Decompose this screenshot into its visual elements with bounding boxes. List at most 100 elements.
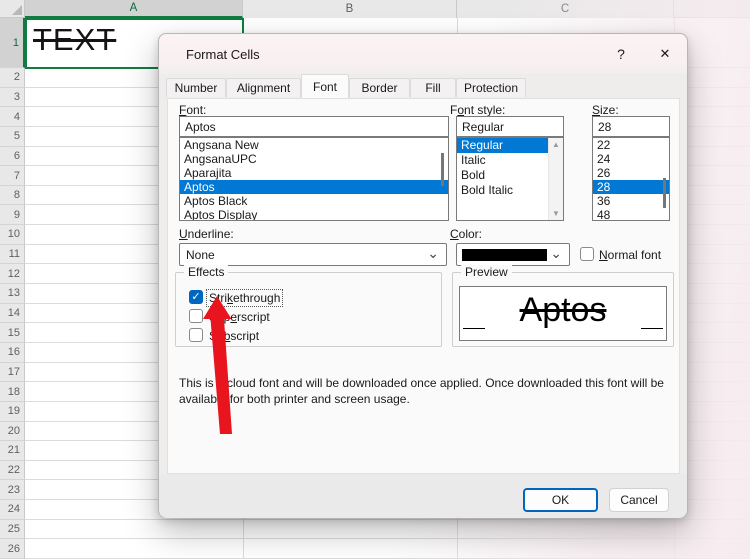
preview-box: Aptos — [459, 286, 667, 341]
tab-font[interactable]: Font — [301, 74, 349, 98]
color-swatch — [462, 249, 547, 261]
row-header-5[interactable]: 5 — [0, 127, 25, 147]
row-header-15[interactable]: 15 — [0, 323, 25, 343]
list-item-24[interactable]: 24 — [593, 152, 669, 166]
ok-button[interactable]: OK — [523, 488, 598, 512]
row-header-9[interactable]: 9 — [0, 205, 25, 225]
list-item-36[interactable]: 36 — [593, 194, 669, 208]
grid-row-26[interactable] — [25, 539, 750, 559]
list-item-28[interactable]: 28 — [593, 180, 669, 194]
grid-row-25[interactable] — [25, 520, 750, 540]
format-cells-dialog: Format Cells ? ✕ NumberAlignmentFontBord… — [158, 33, 688, 518]
color-label: Color: — [450, 227, 482, 241]
row-header-20[interactable]: 20 — [0, 422, 25, 442]
scroll-up-icon[interactable]: ▲ — [549, 140, 563, 149]
select-all-corner[interactable] — [0, 0, 25, 18]
row-header-24[interactable]: 24 — [0, 500, 25, 520]
font-style-list[interactable]: RegularItalicBoldBold Italic ▲ ▼ — [456, 137, 564, 221]
list-item-angsana-new[interactable]: Angsana New — [180, 138, 448, 152]
list-item-aparajita[interactable]: Aparajita — [180, 166, 448, 180]
size-input[interactable]: 28 — [592, 116, 670, 137]
row-header-3[interactable]: 3 — [0, 88, 25, 108]
row-header-4[interactable]: 4 — [0, 107, 25, 127]
baseline-tick — [641, 328, 663, 329]
dialog-footer: OK Cancel — [159, 474, 687, 518]
row-header-7[interactable]: 7 — [0, 166, 25, 186]
tab-strip: NumberAlignmentFontBorderFillProtection — [159, 74, 687, 98]
list-item-48[interactable]: 48 — [593, 208, 669, 221]
preview-group-title: Preview — [461, 265, 512, 279]
row-header-13[interactable]: 13 — [0, 284, 25, 304]
row-header-26[interactable]: 26 — [0, 539, 25, 559]
preview-group: Preview Aptos — [452, 272, 674, 347]
size-list[interactable]: 222426283648 — [592, 137, 670, 221]
chevron-down-icon: ⌄ — [550, 245, 562, 262]
column-header-a[interactable]: A — [25, 0, 243, 18]
effects-group-title: Effects — [184, 265, 228, 279]
font-style-scrollbar[interactable]: ▲ ▼ — [548, 138, 563, 220]
close-icon[interactable]: ✕ — [651, 41, 679, 67]
row-header-17[interactable]: 17 — [0, 363, 25, 383]
dialog-title: Format Cells — [159, 47, 260, 62]
row-header-2[interactable]: 2 — [0, 68, 25, 88]
superscript-label: Superscript — [209, 310, 270, 324]
select-all-triangle-icon — [12, 5, 22, 15]
list-item-aptos[interactable]: Aptos — [180, 180, 448, 194]
row-header-6[interactable]: 6 — [0, 147, 25, 167]
font-tab-page: Font: Aptos Angsana NewAngsanaUPCAparaji… — [167, 98, 680, 474]
strikethrough-label: Strikethrough — [207, 290, 282, 306]
underline-dropdown[interactable]: None ⌄ — [179, 243, 447, 266]
list-item-aptos-display[interactable]: Aptos Display — [180, 208, 448, 221]
font-style-label: Font style: — [450, 103, 505, 117]
font-style-input[interactable]: Regular — [456, 116, 564, 137]
row-header-11[interactable]: 11 — [0, 245, 25, 265]
row-header-21[interactable]: 21 — [0, 441, 25, 461]
list-item-angsanaupc[interactable]: AngsanaUPC — [180, 152, 448, 166]
list-item-26[interactable]: 26 — [593, 166, 669, 180]
tab-number[interactable]: Number — [166, 78, 226, 97]
tab-border[interactable]: Border — [349, 78, 410, 97]
size-label: Size: — [592, 103, 619, 117]
row-header-12[interactable]: 12 — [0, 264, 25, 284]
preview-text: Aptos — [460, 291, 666, 330]
excel-window: ABC 123456789101112131415161718192021222… — [0, 0, 750, 559]
scroll-down-icon[interactable]: ▼ — [549, 209, 563, 218]
row-header-10[interactable]: 10 — [0, 225, 25, 245]
row-header-25[interactable]: 25 — [0, 520, 25, 540]
font-name-input[interactable]: Aptos — [179, 116, 449, 137]
tab-alignment[interactable]: Alignment — [226, 78, 301, 97]
normal-font-label: Normal font — [599, 248, 661, 262]
superscript-checkbox[interactable] — [189, 309, 203, 323]
column-header-b[interactable]: B — [243, 0, 457, 18]
list-item-aptos-black[interactable]: Aptos Black — [180, 194, 448, 208]
font-label: Font: — [179, 103, 206, 117]
tab-protection[interactable]: Protection — [456, 78, 526, 97]
strikethrough-checkbox[interactable]: ✓ — [189, 290, 203, 304]
row-header-23[interactable]: 23 — [0, 480, 25, 500]
baseline-tick — [463, 328, 485, 329]
color-dropdown[interactable]: ⌄ — [456, 243, 570, 266]
underline-value: None — [186, 248, 215, 262]
font-list-scrollbar[interactable] — [441, 153, 444, 186]
subscript-checkbox[interactable] — [189, 328, 203, 342]
row-header-22[interactable]: 22 — [0, 461, 25, 481]
row-header-19[interactable]: 19 — [0, 402, 25, 422]
font-list[interactable]: Angsana NewAngsanaUPCAparajitaAptosAptos… — [179, 137, 449, 221]
chevron-down-icon: ⌄ — [427, 245, 439, 262]
column-header-c[interactable]: C — [457, 0, 674, 18]
row-header-14[interactable]: 14 — [0, 304, 25, 324]
subscript-label: Subscript — [209, 329, 259, 343]
row-header-16[interactable]: 16 — [0, 343, 25, 363]
row-header-8[interactable]: 8 — [0, 186, 25, 206]
cancel-button[interactable]: Cancel — [609, 488, 669, 512]
help-icon[interactable]: ? — [607, 41, 635, 67]
size-list-scrollbar[interactable] — [663, 178, 666, 208]
effects-group: Effects ✓StrikethroughSuperscriptSubscri… — [175, 272, 442, 347]
normal-font-checkbox[interactable] — [580, 247, 594, 261]
list-item-22[interactable]: 22 — [593, 138, 669, 152]
row-header-1[interactable]: 1 — [0, 18, 25, 68]
underline-label: Underline: — [179, 227, 234, 241]
cloud-font-note: This is a cloud font and will be downloa… — [179, 376, 682, 407]
row-header-18[interactable]: 18 — [0, 382, 25, 402]
tab-fill[interactable]: Fill — [410, 78, 456, 97]
